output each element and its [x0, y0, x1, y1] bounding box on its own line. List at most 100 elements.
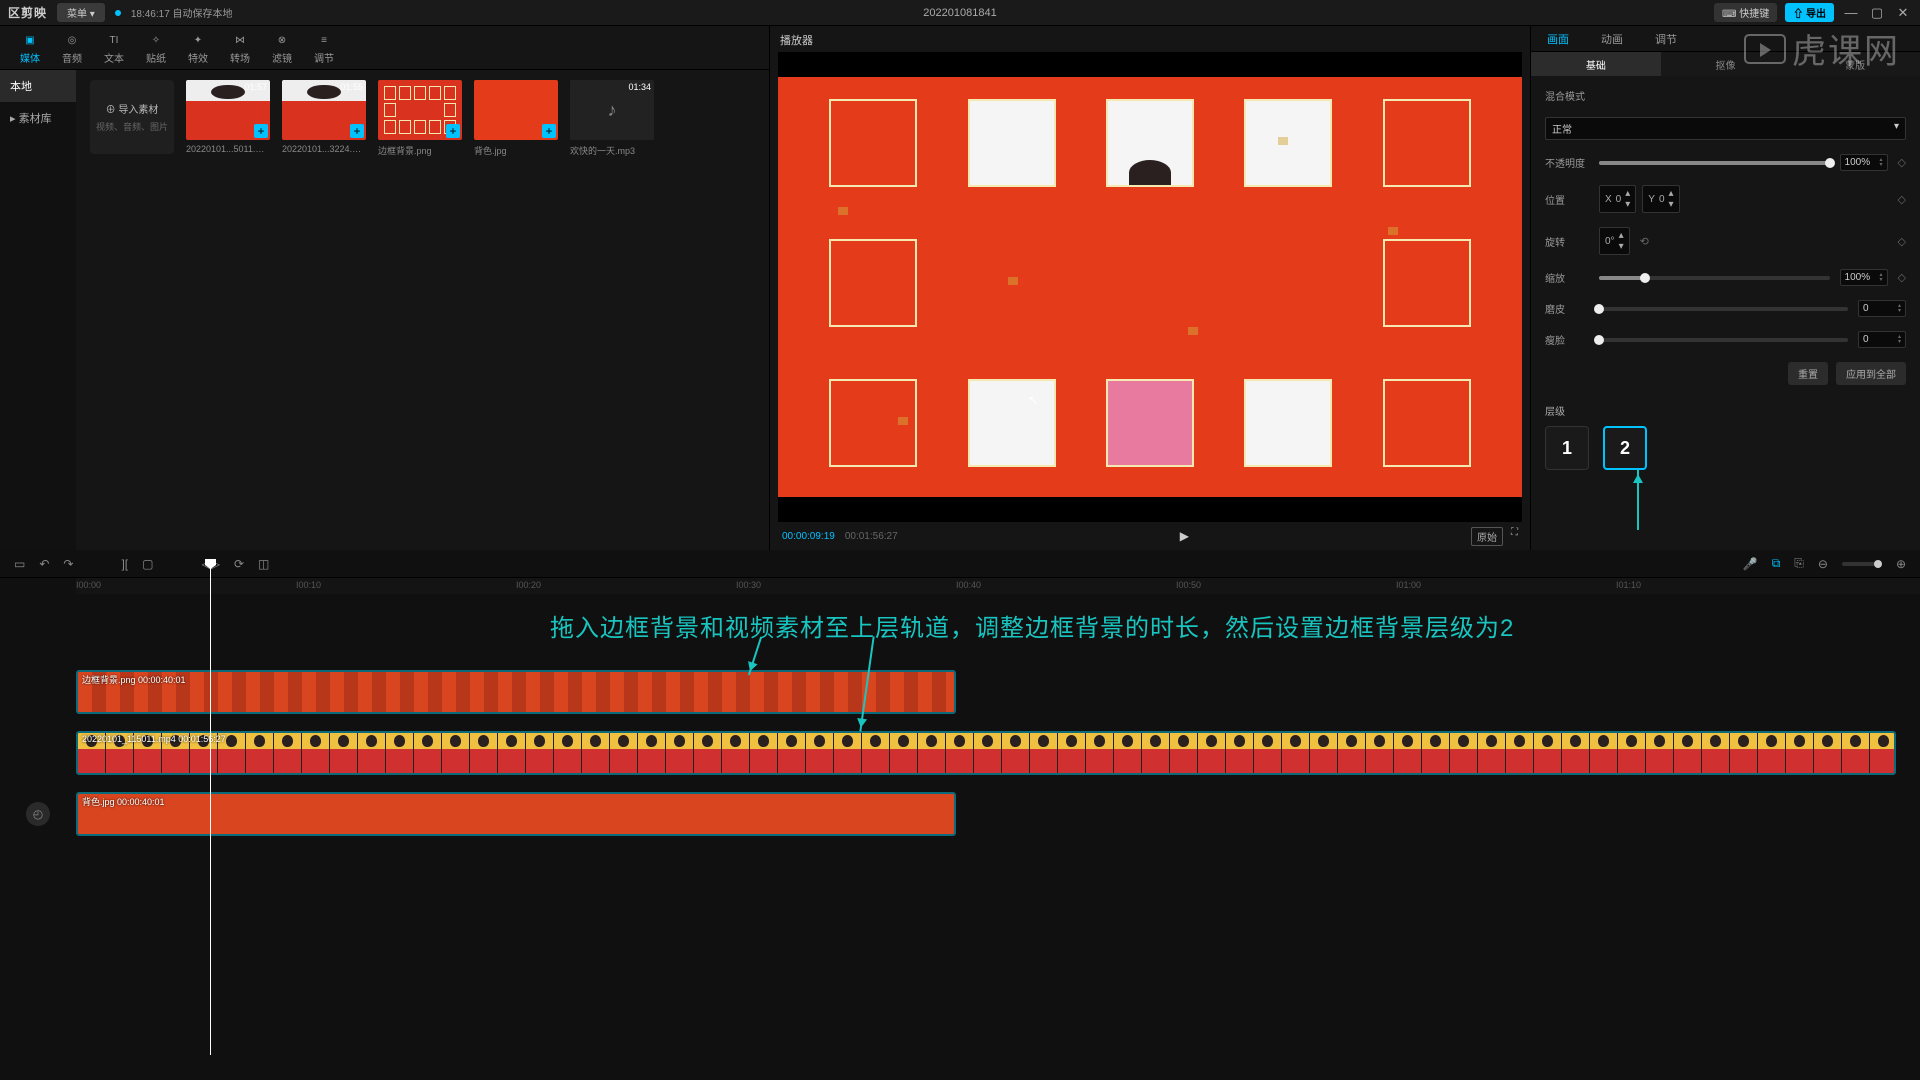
tool-select-icon[interactable]: ▭: [14, 557, 25, 571]
layer-1-button[interactable]: 1: [1545, 426, 1589, 470]
scale-keyframe-icon[interactable]: ◇: [1898, 271, 1906, 284]
position-keyframe-icon[interactable]: ◇: [1898, 193, 1906, 206]
preview-canvas[interactable]: ↖: [778, 52, 1522, 522]
track-overlay-2: 边框背景.png 00:00:40:01: [0, 664, 1920, 719]
blend-mode-select[interactable]: 正常▾: [1545, 117, 1906, 140]
whiten-label: 瘦脸: [1545, 332, 1589, 347]
tool-rotate-icon[interactable]: ⟳: [234, 557, 244, 571]
import-media-button[interactable]: ⊕ 导入素材 视频、音频、图片: [90, 80, 174, 154]
rotation-keyframe-icon[interactable]: ◇: [1898, 235, 1906, 248]
tool-link-icon[interactable]: ⎘: [1794, 556, 1804, 571]
tool-mic-icon[interactable]: 🎤: [1743, 557, 1758, 571]
layer-2-button[interactable]: 2: [1603, 426, 1647, 470]
annotation-text: 拖入边框背景和视频素材至上层轨道，调整边框背景的时长，然后设置边框背景层级为2: [550, 608, 1514, 643]
media-tab-sticker[interactable]: ✧贴纸: [146, 30, 166, 69]
adjust-icon: ≡: [316, 32, 332, 48]
timeline: ▭ ↶ ↷ ][ ▢ ◁▷ ⟳ ◫ 🎤 ⧉ ⎘ ⊖ ⊕ I00:00 I00:1…: [0, 550, 1920, 1080]
media-thumb[interactable]: + 边框背景.png: [378, 80, 462, 157]
media-thumb[interactable]: ♪01:34 欢快的一天.mp3: [570, 80, 654, 157]
media-tab-filter[interactable]: ⊗滤镜: [272, 30, 292, 69]
position-label: 位置: [1545, 192, 1589, 207]
insp-tab-picture[interactable]: 画面: [1531, 26, 1585, 51]
media-tab-effect[interactable]: ✦特效: [188, 30, 208, 69]
media-thumb[interactable]: + 背色.jpg: [474, 80, 558, 157]
tool-split-icon[interactable]: ][: [121, 557, 128, 571]
clip-color[interactable]: 背色.jpg 00:00:40:01: [76, 792, 956, 836]
window-minimize-icon[interactable]: —: [1842, 5, 1860, 20]
playhead[interactable]: [210, 565, 211, 1055]
audio-icon: ◎: [64, 32, 80, 48]
autosave-clock: 18:46:17 自动保存本地: [131, 5, 233, 20]
menu-button[interactable]: 菜单 ▾: [57, 3, 105, 22]
preview-current-time: 00:00:09:19: [782, 531, 835, 542]
export-button[interactable]: ⇧ 导出: [1785, 3, 1834, 22]
opacity-keyframe-icon[interactable]: ◇: [1898, 156, 1906, 169]
window-maximize-icon[interactable]: ▢: [1868, 5, 1886, 21]
music-note-icon: ♪: [608, 100, 617, 121]
smooth-slider[interactable]: [1599, 307, 1848, 311]
media-tab-text[interactable]: TI文本: [104, 30, 124, 69]
media-tab-audio[interactable]: ◎音频: [62, 30, 82, 69]
project-title: 202201081841: [923, 7, 996, 19]
preview-panel: 播放器 ↖: [770, 26, 1530, 550]
tool-delete-icon[interactable]: ▢: [142, 557, 153, 571]
scale-value[interactable]: 100%▴▾: [1840, 269, 1888, 286]
transition-icon: ⋈: [232, 32, 248, 48]
effect-icon: ✦: [190, 32, 206, 48]
preview-title: 播放器: [770, 26, 1530, 52]
rotation-reset-icon[interactable]: ⟲: [1640, 235, 1649, 248]
rotation-input[interactable]: 0°▴▾: [1599, 227, 1630, 255]
play-button-icon[interactable]: ▶: [1180, 529, 1189, 543]
whiten-slider[interactable]: [1599, 338, 1848, 342]
clip-border[interactable]: 边框背景.png 00:00:40:01: [76, 670, 956, 714]
media-tab-transition[interactable]: ⋈转场: [230, 30, 250, 69]
media-tab-adjust[interactable]: ≡调节: [314, 30, 334, 69]
apply-all-button[interactable]: 应用到全部: [1836, 362, 1906, 385]
insp-tab-adjust[interactable]: 调节: [1639, 26, 1693, 51]
window-close-icon[interactable]: ✕: [1894, 5, 1912, 21]
position-x-input[interactable]: X 0▴▾: [1599, 185, 1636, 213]
track-overlay-1: 20220101_115011.mp4 00:01:56:27 document…: [0, 725, 1920, 780]
preview-ratio-button[interactable]: 原始: [1471, 527, 1503, 546]
opacity-slider[interactable]: [1599, 161, 1830, 165]
blend-mode-label: 混合模式: [1545, 88, 1589, 103]
tool-zoom-in-icon[interactable]: ⊕: [1896, 557, 1906, 571]
whiten-value[interactable]: 0▴▾: [1858, 331, 1906, 348]
scale-slider[interactable]: [1599, 276, 1830, 280]
add-clip-icon[interactable]: +: [446, 124, 460, 138]
filter-icon: ⊗: [274, 32, 290, 48]
preview-fullscreen-icon[interactable]: ⛶: [1511, 527, 1518, 546]
autosave-indicator-icon: [115, 10, 121, 16]
add-clip-icon[interactable]: +: [254, 124, 268, 138]
opacity-label: 不透明度: [1545, 155, 1589, 170]
track-toggle-icon[interactable]: ◴: [26, 802, 50, 826]
smooth-value[interactable]: 0▴▾: [1858, 300, 1906, 317]
sidebar-item-local[interactable]: 本地: [0, 70, 76, 102]
clip-video[interactable]: 20220101_115011.mp4 00:01:56:27 document…: [76, 731, 1896, 775]
add-clip-icon[interactable]: +: [350, 124, 364, 138]
media-panel: ▣媒体 ◎音频 TI文本 ✧贴纸 ✦特效 ⋈转场 ⊗滤镜 ≡调节 本地 ▸ 素材…: [0, 26, 770, 550]
media-tab-media[interactable]: ▣媒体: [20, 30, 40, 69]
rotation-label: 旋转: [1545, 234, 1589, 249]
smooth-label: 磨皮: [1545, 301, 1589, 316]
insp-subtab-basic[interactable]: 基础: [1531, 52, 1661, 76]
position-y-input[interactable]: Y 0▴▾: [1642, 185, 1679, 213]
media-thumb[interactable]: 01:55+ 20220101...3224.mp4: [282, 80, 366, 157]
tool-undo-icon[interactable]: ↶: [39, 557, 49, 571]
tool-zoom-out-icon[interactable]: ⊖: [1818, 557, 1828, 571]
reset-button[interactable]: 重置: [1788, 362, 1828, 385]
tool-crop-icon[interactable]: ◫: [258, 557, 269, 571]
opacity-value[interactable]: 100%▴▾: [1840, 154, 1888, 171]
add-clip-icon[interactable]: +: [542, 124, 556, 138]
timeline-ruler[interactable]: I00:00 I00:10 I00:20 I00:30 I00:40 I00:5…: [76, 578, 1920, 594]
sidebar-item-library[interactable]: ▸ 素材库: [0, 102, 76, 134]
media-thumb[interactable]: 01:57+ 20220101...5011.mp4: [186, 80, 270, 157]
track-main: ◴ 背色.jpg 00:00:40:01: [0, 786, 1920, 841]
titlebar: 区剪映 菜单 ▾ 18:46:17 自动保存本地 202201081841 ⌨ …: [0, 0, 1920, 26]
watermark: 虎课网: [1744, 24, 1900, 73]
tool-magnet-icon[interactable]: ⧉: [1772, 556, 1781, 571]
insp-tab-anim[interactable]: 动画: [1585, 26, 1639, 51]
tool-redo-icon[interactable]: ↷: [63, 557, 73, 571]
watermark-play-icon: [1744, 34, 1786, 64]
shortcut-button[interactable]: ⌨ 快捷键: [1714, 3, 1777, 22]
